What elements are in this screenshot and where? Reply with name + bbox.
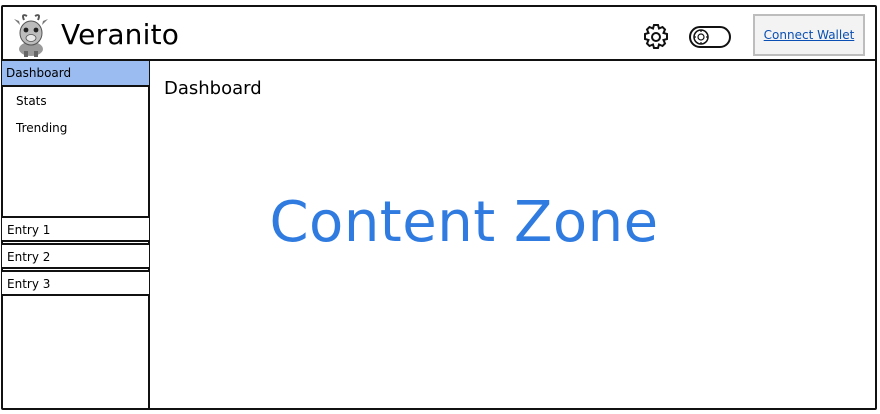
app-title: Veranito bbox=[61, 18, 180, 51]
gear-icon[interactable] bbox=[642, 23, 670, 51]
sidebar-item-dashboard[interactable]: Dashboard bbox=[2, 61, 149, 87]
connect-wallet-button[interactable]: Connect Wallet bbox=[753, 14, 865, 56]
sidebar-entry-2[interactable]: Entry 2 bbox=[2, 243, 149, 269]
sidebar-entry-3[interactable]: Entry 3 bbox=[2, 270, 149, 296]
top-bar: Veranito Connect Wallet bbox=[1, 5, 877, 61]
sidebar-item-stats[interactable]: Stats bbox=[16, 94, 136, 114]
sidebar-entry-1[interactable]: Entry 1 bbox=[2, 216, 149, 242]
content-placeholder: Content Zone bbox=[269, 190, 659, 255]
page-title: Dashboard bbox=[164, 78, 262, 99]
sidebar: Dashboard Stats Trending Entry 1 Entry 2… bbox=[1, 60, 150, 410]
sidebar-item-trending[interactable]: Trending bbox=[16, 121, 136, 141]
goat-mascot-icon bbox=[14, 14, 48, 57]
toggle-switch-icon[interactable] bbox=[689, 25, 733, 49]
